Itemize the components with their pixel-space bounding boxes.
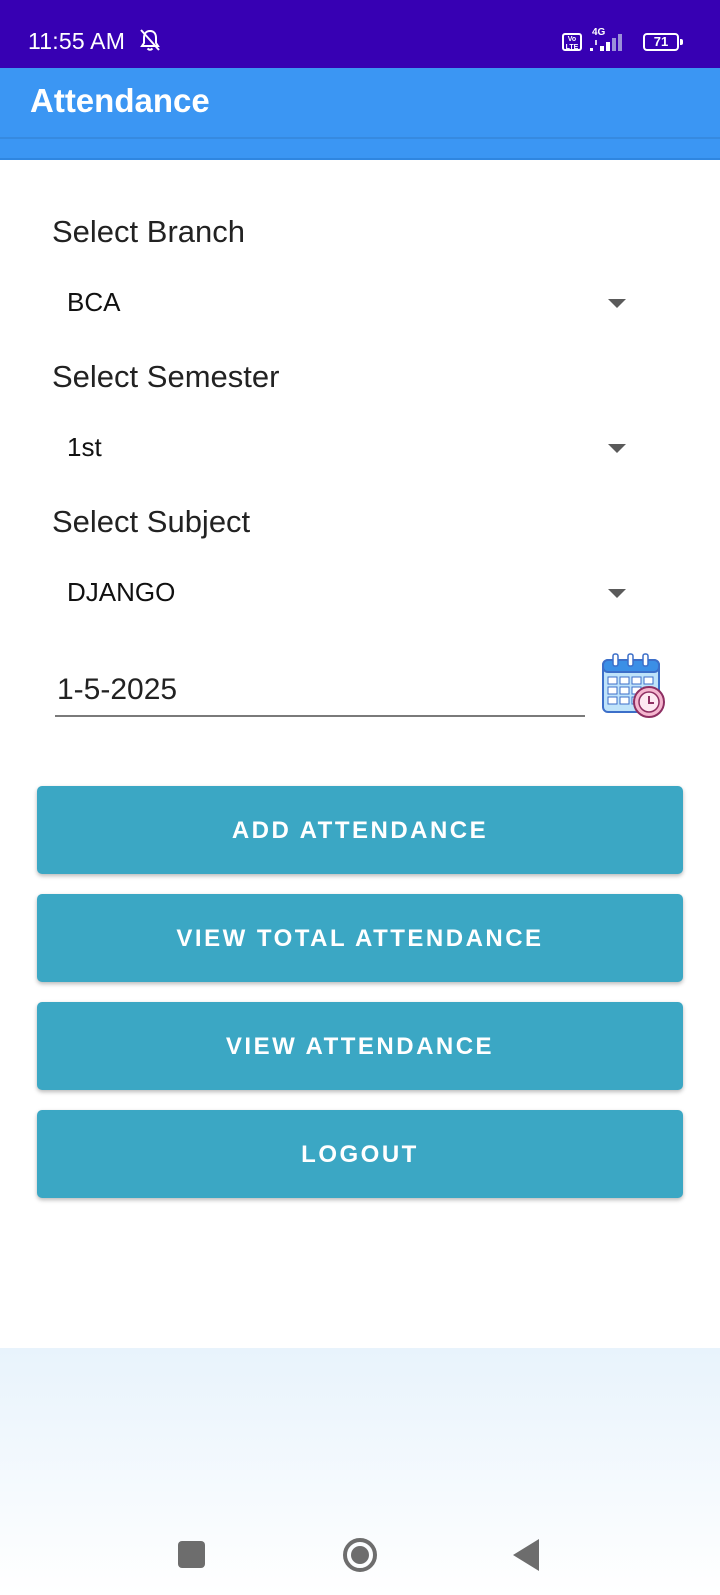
date-field[interactable]: [55, 665, 585, 717]
bell-off-icon: [140, 29, 160, 51]
square-icon[interactable]: [178, 1541, 205, 1568]
volte-icon: Vo LTE: [562, 33, 582, 51]
view-attendance-button[interactable]: VIEW ATTENDANCE: [37, 1002, 683, 1090]
app-bar: Attendance: [0, 68, 720, 160]
branch-dropdown-value: BCA: [67, 287, 121, 317]
caret-down-icon: [608, 589, 626, 598]
battery-icon: 71: [643, 33, 683, 51]
branch-label: Select Branch: [52, 214, 245, 249]
subject-label: Select Subject: [52, 504, 251, 539]
semester-dropdown-value: 1st: [67, 432, 102, 462]
add-attendance-button[interactable]: ADD ATTENDANCE: [37, 786, 683, 874]
subject-dropdown-value: DJANGO: [67, 577, 176, 607]
branch-dropdown[interactable]: BCA: [52, 273, 642, 333]
caret-down-icon: [608, 444, 626, 453]
circle-icon[interactable]: [342, 1537, 378, 1573]
signal-icon: [590, 34, 622, 51]
caret-down-icon: [608, 299, 626, 308]
app-bar-divider: [0, 137, 720, 139]
status-time: 11:55 AM: [28, 28, 126, 54]
semester-label: Select Semester: [52, 359, 280, 394]
triangle-back-icon[interactable]: [513, 1539, 539, 1571]
status-bar: 11:55 AM Vo LTE 4G 71: [0, 0, 720, 68]
page-title: Attendance: [30, 82, 210, 119]
semester-dropdown[interactable]: 1st: [52, 418, 642, 478]
calendar-clock-icon[interactable]: [601, 652, 669, 720]
logout-button[interactable]: LOGOUT: [37, 1110, 683, 1198]
view-total-attendance-button[interactable]: VIEW TOTAL ATTENDANCE: [37, 894, 683, 982]
subject-dropdown[interactable]: DJANGO: [52, 563, 642, 623]
